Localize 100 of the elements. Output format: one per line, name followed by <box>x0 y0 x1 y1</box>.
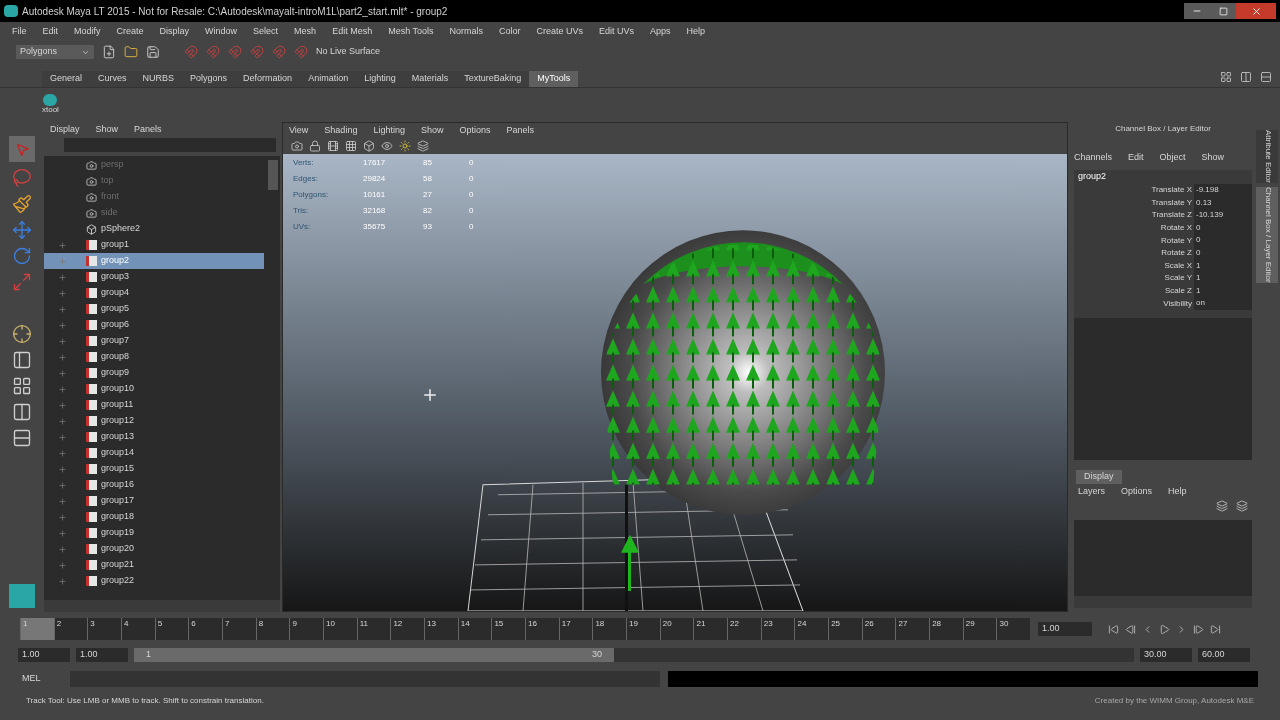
menu-item[interactable]: Create <box>116 25 144 39</box>
shelf-tab[interactable]: MyTools <box>529 71 579 87</box>
layout-icon[interactable] <box>1220 71 1232 83</box>
maximize-button[interactable] <box>1210 3 1236 19</box>
expand-icon[interactable] <box>58 256 67 266</box>
layout-icon[interactable] <box>12 376 32 396</box>
expand-icon[interactable] <box>58 432 67 442</box>
playback-start-field[interactable]: 1.00 <box>76 648 128 662</box>
menu-item[interactable]: Panels <box>134 123 162 137</box>
camera-icon[interactable] <box>291 140 303 152</box>
end-field[interactable]: 60.00 <box>1198 648 1250 662</box>
expand-icon[interactable] <box>58 272 67 282</box>
outliner-item[interactable]: group3 <box>44 269 264 285</box>
outliner-item[interactable]: group15 <box>44 461 264 477</box>
shelf-tab[interactable]: Lighting <box>356 71 404 87</box>
move-icon[interactable] <box>12 220 32 240</box>
menu-item[interactable]: Edit Mesh <box>332 25 373 39</box>
layers-icon[interactable] <box>1216 499 1228 512</box>
layout-icon[interactable] <box>1240 71 1252 83</box>
side-tab[interactable]: Channel Box / Layer Editor <box>1256 186 1278 283</box>
rotate-icon[interactable] <box>12 246 32 266</box>
layout-icon[interactable] <box>12 402 32 422</box>
menu-item[interactable]: File <box>12 25 27 39</box>
shelf-tab[interactable]: Polygons <box>182 71 236 87</box>
menu-item[interactable]: Mesh Tools <box>388 25 434 39</box>
expand-icon[interactable] <box>58 576 67 586</box>
outliner-item[interactable]: group14 <box>44 445 264 461</box>
menu-item[interactable]: Modify <box>74 25 101 39</box>
start-field[interactable]: 1.00 <box>18 648 70 662</box>
expand-icon[interactable] <box>58 352 67 362</box>
shelf-tab[interactable]: General <box>42 71 91 87</box>
channel-value[interactable]: 1 <box>1194 272 1252 285</box>
menu-item[interactable]: Display <box>50 123 80 137</box>
new-file-icon[interactable] <box>102 45 116 59</box>
channel-value[interactable]: -9.198 <box>1194 184 1252 197</box>
current-frame-field[interactable]: 1.00 <box>1038 622 1092 636</box>
lock-icon[interactable] <box>309 140 321 152</box>
minimize-button[interactable] <box>1184 3 1210 19</box>
menu-item[interactable]: Window <box>205 25 238 39</box>
magnet-icon[interactable] <box>228 45 242 59</box>
channel-value[interactable]: -10.139 <box>1194 209 1252 222</box>
magnet-icon[interactable] <box>272 45 286 59</box>
menu-item[interactable]: Channels <box>1074 151 1113 165</box>
magnet-icon[interactable] <box>250 45 264 59</box>
shelf-tab[interactable]: Curves <box>90 71 135 87</box>
play-icon[interactable] <box>1159 623 1170 635</box>
menu-item[interactable]: Help <box>1168 485 1187 499</box>
close-button[interactable] <box>1236 3 1276 19</box>
outliner-item[interactable]: group7 <box>44 333 264 349</box>
folder-icon[interactable] <box>124 45 138 59</box>
skip-back-icon[interactable] <box>1108 623 1119 635</box>
step-forward-icon[interactable] <box>1193 623 1204 635</box>
outliner-item[interactable]: group20 <box>44 541 264 557</box>
menu-item[interactable]: Shading <box>324 123 358 138</box>
outliner-item[interactable]: group9 <box>44 365 264 381</box>
menu-item[interactable]: Normals <box>449 25 484 39</box>
mode-dropdown[interactable]: Polygons <box>16 45 94 59</box>
menu-item[interactable]: Show <box>420 123 444 138</box>
outliner-item[interactable]: group11 <box>44 397 264 413</box>
channel-value[interactable]: 0 <box>1194 234 1252 247</box>
magnet-icon[interactable] <box>294 45 308 59</box>
expand-icon[interactable] <box>58 304 67 314</box>
expand-icon[interactable] <box>58 480 67 490</box>
menu-item[interactable]: Layers <box>1078 485 1105 499</box>
expand-icon[interactable] <box>58 544 67 554</box>
filter-field[interactable] <box>64 138 276 152</box>
outliner-item[interactable]: group21 <box>44 557 264 573</box>
outliner-item[interactable]: group16 <box>44 477 264 493</box>
menu-item[interactable]: Select <box>253 25 279 39</box>
expand-icon[interactable] <box>58 400 67 410</box>
menu-item[interactable]: Display <box>159 25 190 39</box>
menu-item[interactable]: Edit <box>42 25 59 39</box>
outliner-item[interactable]: group18 <box>44 509 264 525</box>
outliner-item[interactable]: group4 <box>44 285 264 301</box>
menu-item[interactable]: Color <box>499 25 521 39</box>
menu-item[interactable]: Options <box>459 123 491 138</box>
expand-icon[interactable] <box>58 368 67 378</box>
shelf-tab[interactable]: Animation <box>300 71 357 87</box>
outliner-item[interactable]: group22 <box>44 573 264 589</box>
menu-item[interactable]: Options <box>1121 485 1153 499</box>
outliner-item[interactable]: group17 <box>44 493 264 509</box>
expand-icon[interactable] <box>58 496 67 506</box>
menu-item[interactable]: View <box>289 123 309 138</box>
shelf-tab[interactable]: Materials <box>403 71 457 87</box>
expand-icon[interactable] <box>58 560 67 570</box>
menu-item[interactable]: Apps <box>650 25 671 39</box>
shelf-tab[interactable]: NURBS <box>134 71 183 87</box>
layout-icon[interactable] <box>12 428 32 448</box>
outliner-item[interactable]: group10 <box>44 381 264 397</box>
step-back-icon[interactable] <box>1125 623 1136 635</box>
outliner-item[interactable]: group8 <box>44 349 264 365</box>
magnet-icon[interactable] <box>184 45 198 59</box>
save-icon[interactable] <box>146 45 160 59</box>
menu-item[interactable]: Show <box>95 123 119 137</box>
layers-icon[interactable] <box>1236 499 1248 512</box>
outliner-item[interactable]: group12 <box>44 413 264 429</box>
layer-tab[interactable]: Display <box>1076 469 1122 484</box>
expand-icon[interactable] <box>58 336 67 346</box>
menu-item[interactable]: Create UVs <box>536 25 584 39</box>
layout-icon[interactable] <box>12 350 32 370</box>
